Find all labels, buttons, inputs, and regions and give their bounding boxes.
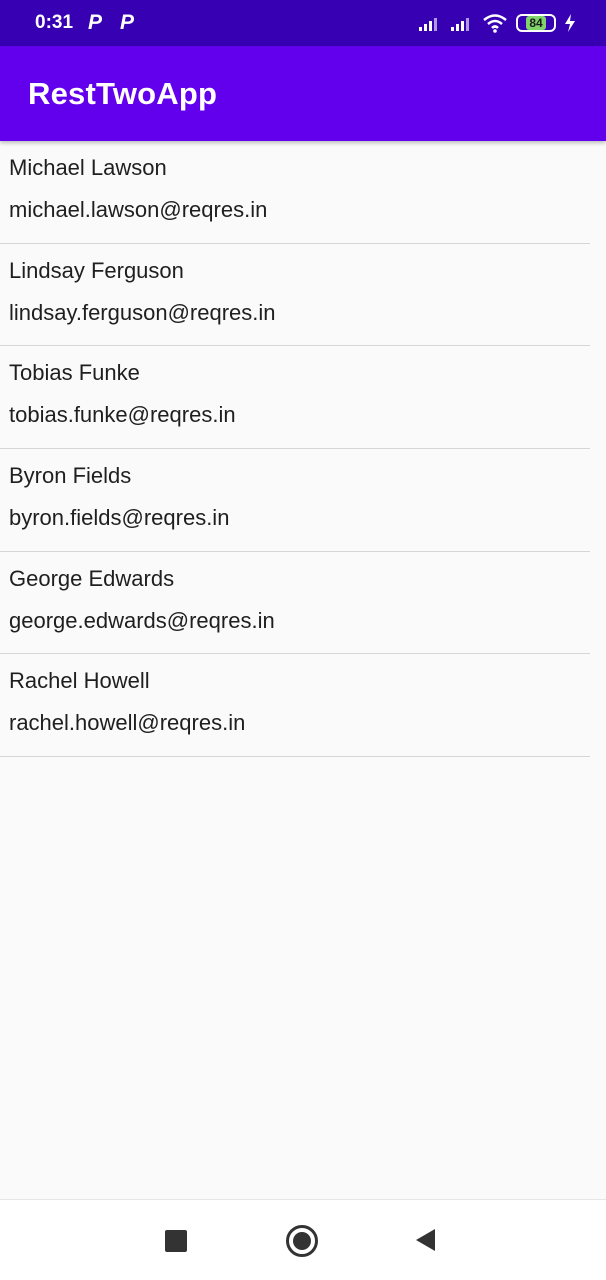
user-email: michael.lawson@reqres.in bbox=[9, 197, 268, 222]
navigation-bar bbox=[0, 1199, 606, 1280]
user-email: rachel.howell@reqres.in bbox=[9, 710, 246, 736]
user-name: George Edwards bbox=[9, 565, 175, 591]
wifi-icon bbox=[483, 14, 507, 33]
user-list: Michael Lawson michael.lawson@reqres.in … bbox=[0, 141, 590, 758]
status-left: 0:31 P P bbox=[35, 11, 137, 35]
app-title: RestTwoApp bbox=[28, 75, 218, 111]
list-item[interactable]: Tobias Funke tobias.funke@reqres.in bbox=[0, 346, 590, 450]
user-name: Byron Fields bbox=[9, 463, 132, 489]
charging-icon bbox=[565, 14, 575, 32]
app-bar: RestTwoApp bbox=[0, 46, 606, 141]
list-item[interactable]: Lindsay Ferguson lindsay.ferguson@reqres… bbox=[0, 244, 590, 347]
battery-level: 84 bbox=[526, 16, 546, 30]
user-email: tobias.funke@reqres.in bbox=[9, 402, 236, 428]
status-right: 84 bbox=[418, 13, 576, 33]
home-circle-icon bbox=[293, 1232, 311, 1250]
user-email: lindsay.ferguson@reqres.in bbox=[9, 299, 276, 325]
home-button[interactable] bbox=[286, 1225, 318, 1257]
back-button[interactable] bbox=[416, 1229, 435, 1251]
recents-button[interactable] bbox=[165, 1230, 187, 1252]
user-email: george.edwards@reqres.in bbox=[9, 607, 275, 633]
user-name: Lindsay Ferguson bbox=[9, 257, 184, 283]
list-item[interactable]: Rachel Howell rachel.howell@reqres.in bbox=[0, 654, 590, 758]
list-item[interactable]: Michael Lawson michael.lawson@reqres.in bbox=[0, 141, 590, 244]
notification-p-icon: P bbox=[120, 11, 135, 34]
user-name: Rachel Howell bbox=[9, 668, 150, 694]
notification-p-icon: P bbox=[88, 11, 103, 34]
user-name: Michael Lawson bbox=[9, 155, 167, 180]
user-name: Tobias Funke bbox=[9, 360, 140, 386]
status-bar: 0:31 P P 84 bbox=[0, 0, 606, 46]
signal-icon bbox=[451, 18, 469, 31]
user-email: byron.fields@reqres.in bbox=[9, 505, 230, 531]
battery-icon: 84 bbox=[516, 14, 556, 32]
list-item[interactable]: Byron Fields byron.fields@reqres.in bbox=[0, 449, 590, 552]
list-item[interactable]: George Edwards george.edwards@reqres.in bbox=[0, 552, 590, 655]
status-time: 0:31 bbox=[35, 12, 74, 33]
signal-icon bbox=[419, 18, 437, 31]
